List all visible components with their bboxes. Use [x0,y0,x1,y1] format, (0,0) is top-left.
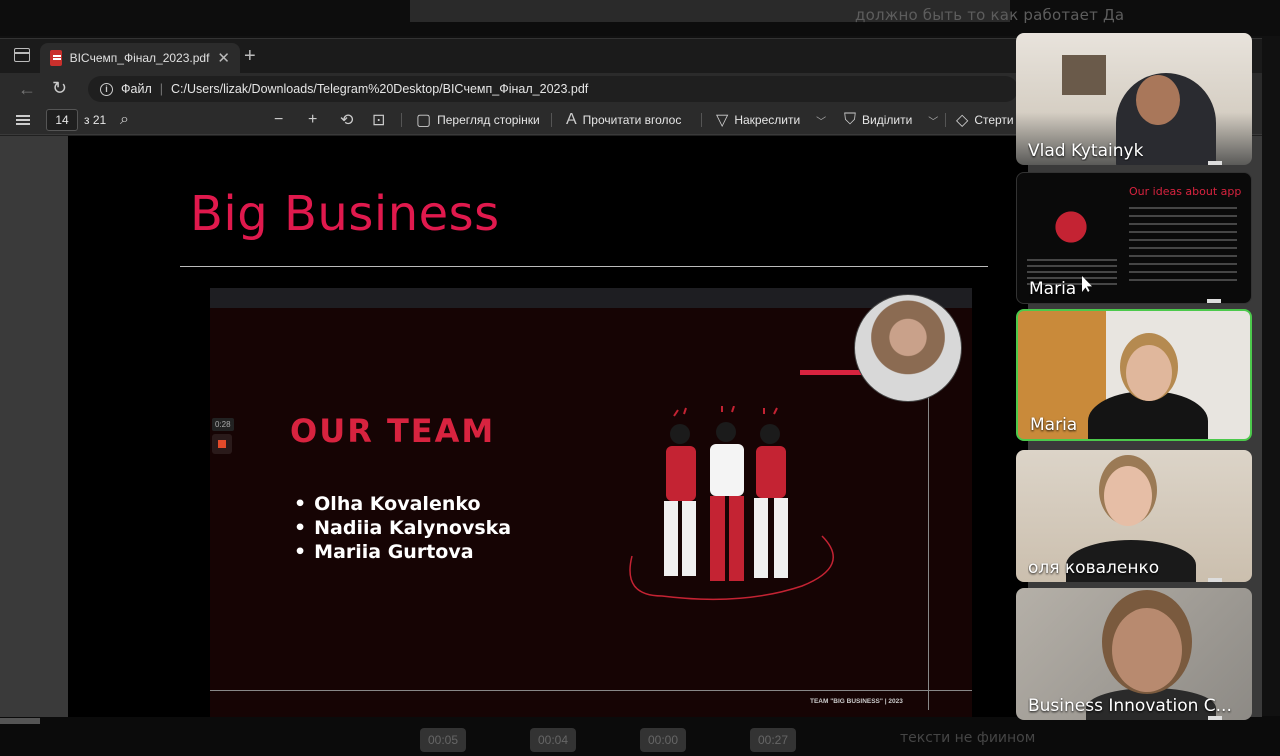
horizontal-scrollbar[interactable] [0,718,40,724]
fit-page-icon: ⊡ [372,112,386,129]
presenter-webcam-bubble [854,294,962,402]
page-view-button[interactable]: ▢ Перегляд сторінки [416,105,540,135]
decorative-red-bar [800,370,866,375]
tab-pdf[interactable]: BICчемп_Фінал_2023.pdf ✕ [40,43,240,73]
audio-indicator [1207,299,1221,303]
audio-indicator [1208,716,1222,720]
chevron-down-icon[interactable]: ﹀ [816,113,826,128]
toolbar-divider [551,113,552,127]
tab-actions-icon[interactable] [14,48,30,62]
team-illustration [629,406,834,601]
fit-button[interactable]: ⊡ [372,105,385,135]
highlight-label: Виділити [862,113,913,127]
info-icon[interactable]: i [100,82,113,96]
read-aloud-button[interactable]: A Прочитати вголос [566,105,681,135]
video-footer: TEAM "BIG BUSINESS" | 2023 [810,698,903,705]
audio-indicator [1208,161,1222,165]
tab-title: BICчемп_Фінал_2023.pdf [69,51,210,65]
url-separator: | [159,82,163,96]
shared-slide-text [1129,207,1237,287]
participant-tile-active-speaker[interactable]: Maria [1016,309,1252,441]
page-total: з 21 [84,113,107,127]
background-bottom: 00:05 00:04 00:00 00:27 тексти не фиином [0,716,1280,756]
erase-button[interactable]: ◇ Стерти [956,105,1014,135]
url-scheme-label: Файл [121,82,152,96]
participant-tile[interactable]: Our ideas about app Maria [1016,172,1252,304]
search-icon: ⌕ [120,111,129,128]
toolbar-divider [401,113,402,127]
highlight-button[interactable]: ⛉ Виділити ﹀ [844,105,938,135]
url-text: C:/Users/lizak/Downloads/Telegram%20Desk… [170,82,589,96]
read-aloud-label: Прочитати вголос [582,113,682,127]
audio-indicator [1208,578,1222,582]
background-chip: 00:05 [420,728,467,752]
participant-name: Vlad Kytainyk [1028,141,1144,161]
contents-icon [16,115,30,125]
team-heading: OUR TEAM [290,412,496,450]
zoom-in-button[interactable]: + [308,105,317,135]
video-bottom-rule [210,690,972,691]
team-member: Nadiia Kalynovska [294,516,511,540]
background-chip: 00:27 [750,728,797,752]
toolbar-divider [701,113,702,127]
participant-head [1104,466,1152,526]
decorative-vertical-line [928,380,929,710]
team-member: Mariia Gurtova [294,540,511,564]
participant-tile[interactable]: Business Innovation C... [1016,588,1252,720]
background-chip: 00:00 [640,728,687,752]
slide-title-rule [180,266,988,267]
participant-head [1136,75,1180,125]
pdf-file-icon [50,50,62,66]
chevron-down-icon[interactable]: ﹀ [928,113,938,128]
video-timestamp: 0:28 [212,418,234,431]
participant-head [1126,345,1172,401]
participant-tile[interactable]: оля коваленко [1016,450,1252,582]
rotate-button[interactable]: ⟲ [340,105,353,135]
background-top-text: должно быть то как работает Да [855,6,1125,24]
close-icon[interactable]: ✕ [217,49,230,67]
back-icon[interactable]: ← [18,79,36,100]
highlight-icon: ⛉ [844,111,857,128]
minus-icon: − [274,111,284,128]
team-member: Olha Kovalenko [294,492,511,516]
slide-title: Big Business [190,186,500,242]
video-top-band [210,288,972,308]
zoom-out-button[interactable]: − [274,105,283,135]
new-tab-icon[interactable]: + [244,45,256,68]
page-number-input[interactable] [46,109,78,131]
draw-label: Накреслити [734,113,801,127]
wall-poster [1062,55,1106,95]
participant-name: оля коваленко [1028,558,1160,578]
background-chip: 00:04 [530,728,577,752]
plus-icon: + [308,111,318,128]
shared-slide-illustration [1039,197,1103,257]
participant-name: Maria [1029,279,1077,299]
page-view-icon: ▢ [416,112,432,129]
rotate-icon: ⟲ [340,112,354,129]
team-member-list: Olha Kovalenko Nadiia Kalynovska Mariia … [294,492,511,564]
url-field[interactable]: i Файл | C:/Users/lizak/Downloads/Telegr… [88,76,1018,102]
draw-button[interactable]: ▽ Накреслити ﹀ [716,105,826,135]
read-aloud-icon: A [566,111,577,128]
participant-name: Business Innovation C... [1028,696,1232,716]
draw-icon: ▽ [716,112,729,129]
page-view-label: Перегляд сторінки [437,113,540,127]
reload-icon[interactable]: ↻ [52,78,67,99]
page-navigator: з 21 [46,105,106,135]
participant-head [1112,608,1182,692]
erase-label: Стерти [974,113,1014,127]
contents-button[interactable] [16,105,30,135]
background-top: должно быть то как работает Да [0,0,1280,36]
background-bottom-text: тексти не фиином [900,730,1036,746]
participant-tile[interactable]: Vlad Kytainyk [1016,33,1252,165]
pdf-page: Big Business 0:28 OUR TEAM Olha Kovalenk… [68,136,1028,717]
toolbar-divider [945,113,946,127]
stop-icon[interactable] [212,434,232,454]
eraser-icon: ◇ [956,112,969,129]
participant-name: Maria [1030,415,1078,435]
shared-slide-title: Our ideas about app [1129,185,1242,198]
search-button[interactable]: ⌕ [120,105,129,135]
